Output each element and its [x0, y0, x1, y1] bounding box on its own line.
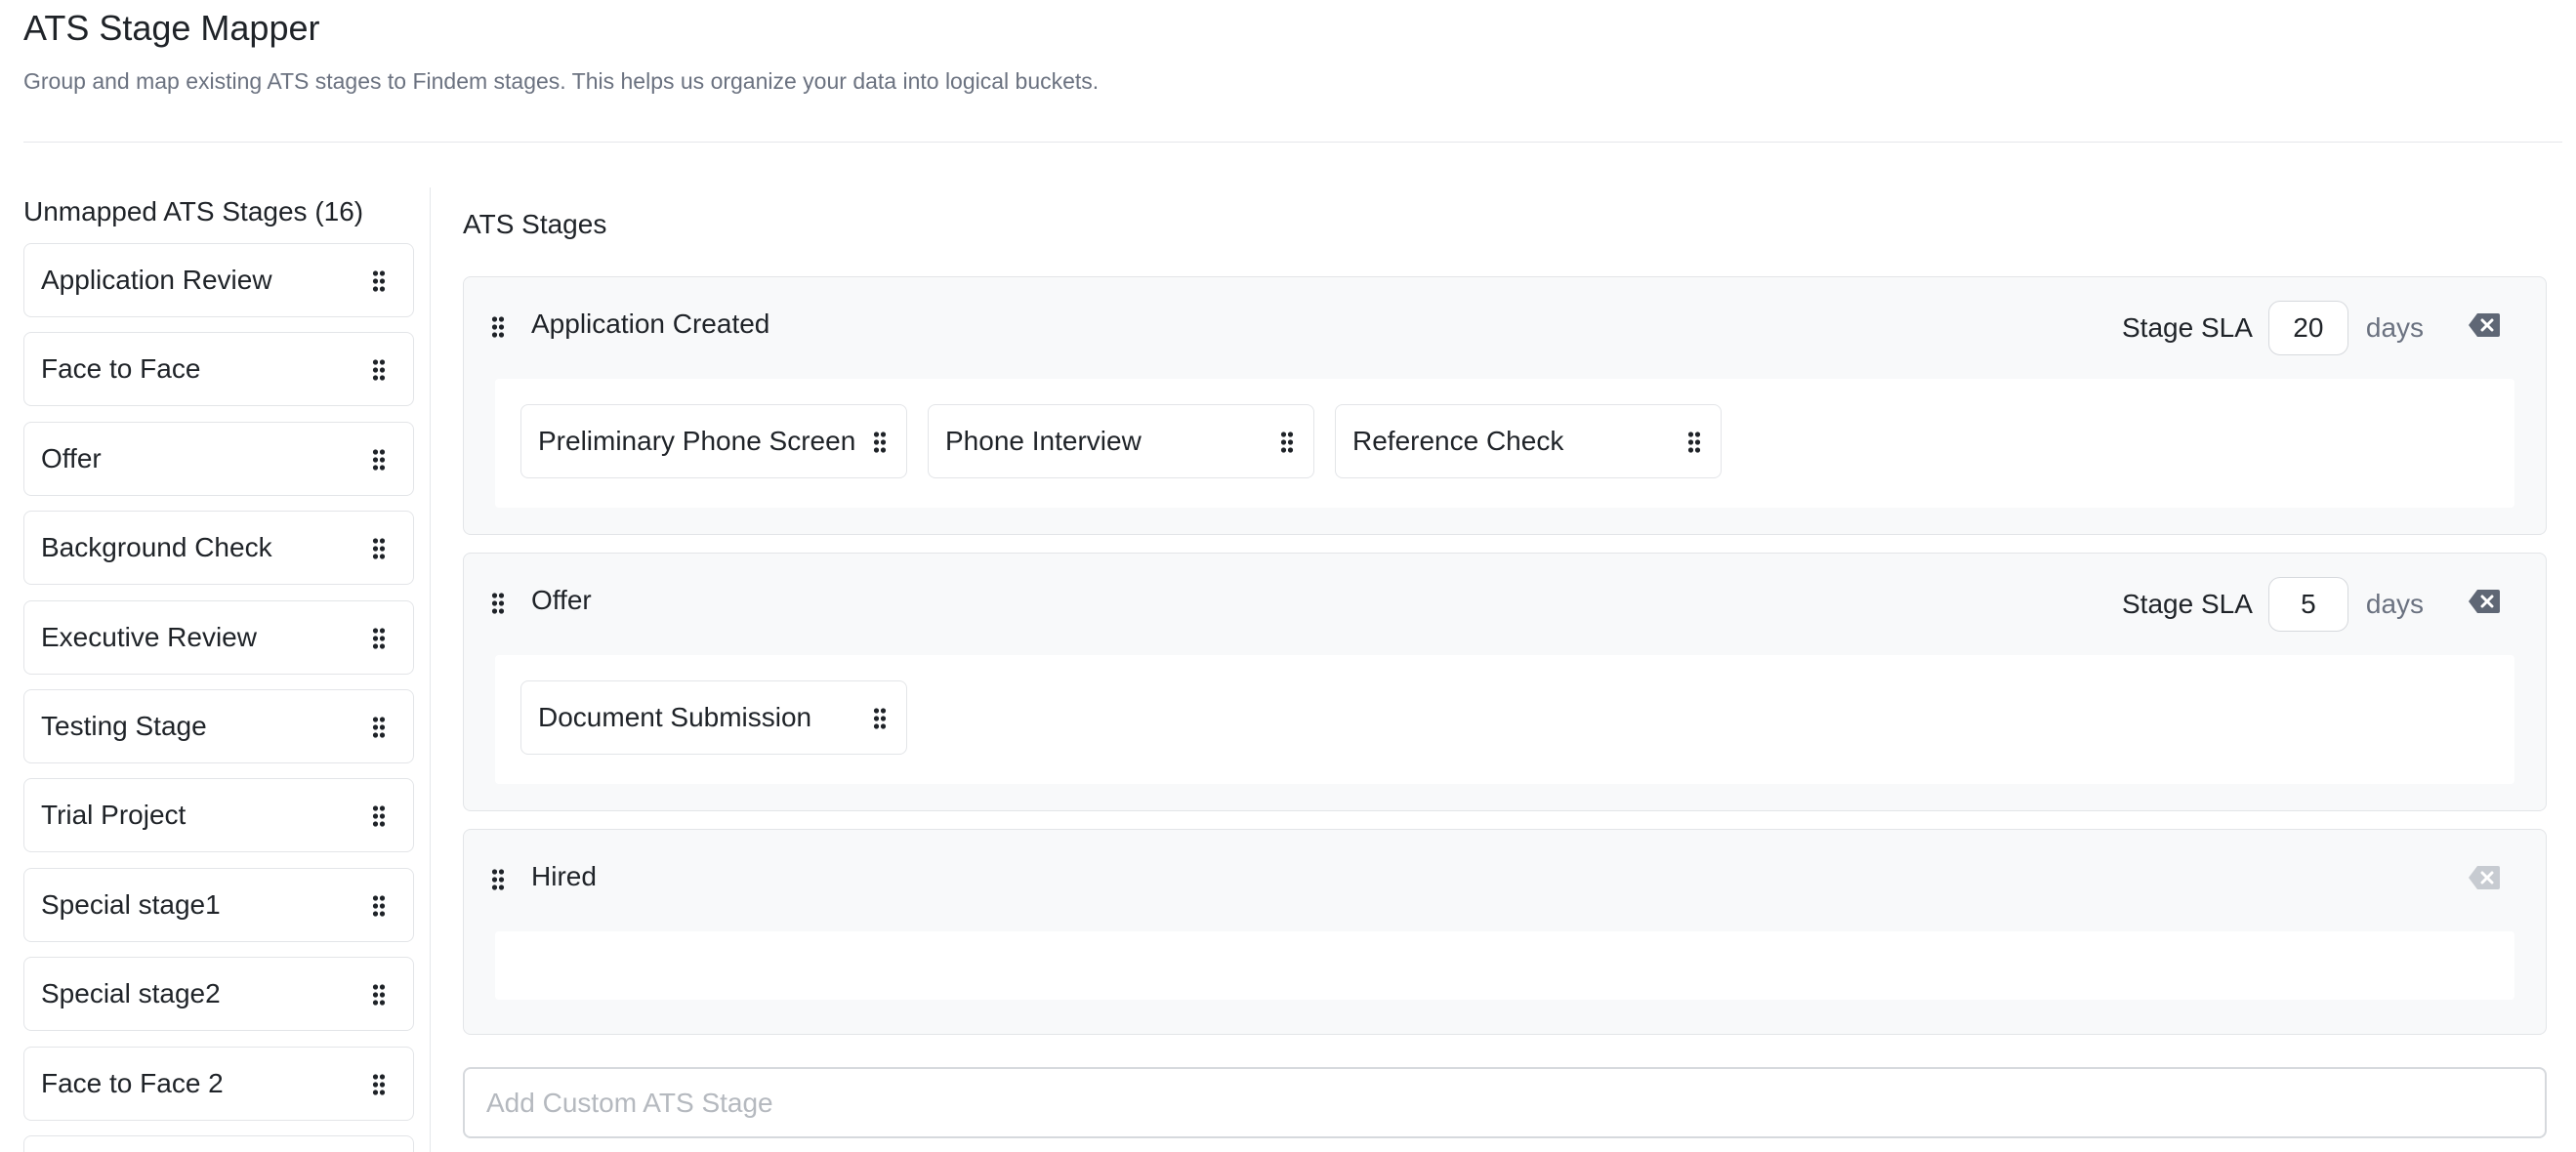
header-divider [23, 142, 2562, 143]
stage-sla-control: Stage SLA 20 days [2122, 301, 2424, 355]
stage-label: Application Review [41, 265, 272, 295]
stage-group-card[interactable]: Application Created Stage SLA 20 days Prelim… [463, 276, 2547, 535]
unmapped-stage-card[interactable]: Application Review [23, 243, 414, 317]
drag-handle-icon[interactable] [372, 270, 386, 292]
stage-sla-unit: days [2365, 589, 2425, 619]
drag-handle-icon[interactable] [372, 805, 386, 827]
stage-label: Face to Face [41, 353, 201, 385]
stage-label: Offer [41, 442, 102, 473]
stage-label: Document Submission [538, 702, 812, 732]
stage-group-name: Offer [531, 585, 592, 615]
stage-sla-unit: days [2365, 312, 2425, 343]
stage-sla-control: Stage SLA 5 days [2122, 577, 2424, 632]
unmapped-stage-card[interactable]: Testing Stage [23, 688, 414, 763]
column-divider [430, 187, 431, 1152]
stage-group-name: Hired [531, 861, 597, 891]
page-title: ATS Stage Mapper [23, 8, 320, 48]
mapped-stage-chip[interactable]: Preliminary Phone Screen [520, 404, 907, 478]
stage-group-card[interactable]: Hired [463, 829, 2547, 1035]
stage-drop-zone[interactable]: Document Submission [495, 655, 2514, 784]
drag-handle-icon[interactable] [491, 593, 505, 614]
unmapped-stage-card[interactable]: Face to Face [23, 332, 414, 407]
stage-sla-label: Stage SLA [2122, 312, 2253, 343]
stage-drop-zone[interactable] [495, 931, 2514, 1000]
unmapped-stage-card[interactable]: Offer [23, 421, 414, 496]
add-custom-stage-input[interactable] [463, 1067, 2547, 1138]
stage-label: Reference Check [1352, 426, 1564, 456]
mapped-stage-chip[interactable]: Document Submission [520, 680, 907, 755]
stage-label: Executive Review [41, 621, 257, 652]
drag-handle-icon[interactable] [1280, 432, 1294, 453]
ats-stage-mapper-page: ATS Stage Mapper Group and map existing … [0, 0, 2576, 1152]
ats-stages-heading: ATS Stages [463, 209, 607, 239]
stage-label: Special stage1 [41, 888, 221, 920]
unmapped-stage-card[interactable]: Special stage2 [23, 957, 414, 1032]
stage-drop-zone[interactable]: Preliminary Phone Screen Phone Interview R… [495, 379, 2514, 508]
drag-handle-icon[interactable] [372, 984, 386, 1006]
unmapped-stage-card[interactable] [23, 1134, 414, 1152]
unmapped-stage-card[interactable]: Background Check [23, 511, 414, 586]
backspace-delete-icon[interactable] [2468, 312, 2501, 338]
drag-handle-icon[interactable] [372, 627, 386, 649]
mapped-stages-panel: ATS Stages [463, 187, 2547, 242]
drag-handle-icon[interactable] [873, 708, 887, 729]
unmapped-stage-card[interactable]: Special stage1 [23, 867, 414, 942]
drag-handle-icon[interactable] [491, 869, 505, 890]
stage-label: Testing Stage [41, 710, 207, 741]
drag-handle-icon[interactable] [491, 316, 505, 338]
stage-label: Phone Interview [945, 426, 1142, 456]
stage-group-name: Application Created [531, 309, 770, 339]
unmapped-stage-card[interactable]: Face to Face 2 [23, 1046, 414, 1121]
stage-label: Preliminary Phone Screen [538, 426, 856, 456]
page-subtitle: Group and map existing ATS stages to Fin… [23, 68, 1100, 94]
unmapped-stage-card[interactable]: Executive Review [23, 599, 414, 675]
drag-handle-icon[interactable] [372, 538, 386, 559]
drag-handle-icon[interactable] [372, 895, 386, 917]
stage-label: Face to Face 2 [41, 1067, 224, 1098]
mapped-stage-chip[interactable]: Phone Interview [928, 404, 1314, 478]
unmapped-stages-panel: Unmapped ATS Stages (16) Application Rev… [23, 187, 414, 1152]
stage-label: Background Check [41, 532, 272, 563]
mapped-stage-chip[interactable]: Reference Check [1335, 404, 1722, 478]
stage-sla-input[interactable]: 5 [2267, 577, 2348, 632]
unmapped-stage-card[interactable]: Trial Project [23, 778, 414, 853]
stage-group-card[interactable]: Offer Stage SLA 5 days Document Submission [463, 553, 2547, 811]
drag-handle-icon[interactable] [372, 1073, 386, 1095]
drag-handle-icon[interactable] [873, 432, 887, 453]
stage-sla-input[interactable]: 20 [2267, 301, 2348, 355]
stage-sla-label: Stage SLA [2122, 589, 2253, 619]
drag-handle-icon[interactable] [1687, 432, 1701, 453]
stage-label: Trial Project [41, 800, 187, 831]
drag-handle-icon[interactable] [372, 359, 386, 381]
backspace-delete-icon[interactable] [2468, 589, 2501, 614]
unmapped-stages-heading: Unmapped ATS Stages (16) [23, 196, 364, 226]
unmapped-stage-list: Application Review Face to Face Offer Backg… [23, 243, 414, 1152]
stage-label: Special stage2 [41, 978, 221, 1009]
backspace-delete-icon [2468, 865, 2501, 890]
drag-handle-icon[interactable] [372, 449, 386, 471]
drag-handle-icon[interactable] [372, 717, 386, 738]
